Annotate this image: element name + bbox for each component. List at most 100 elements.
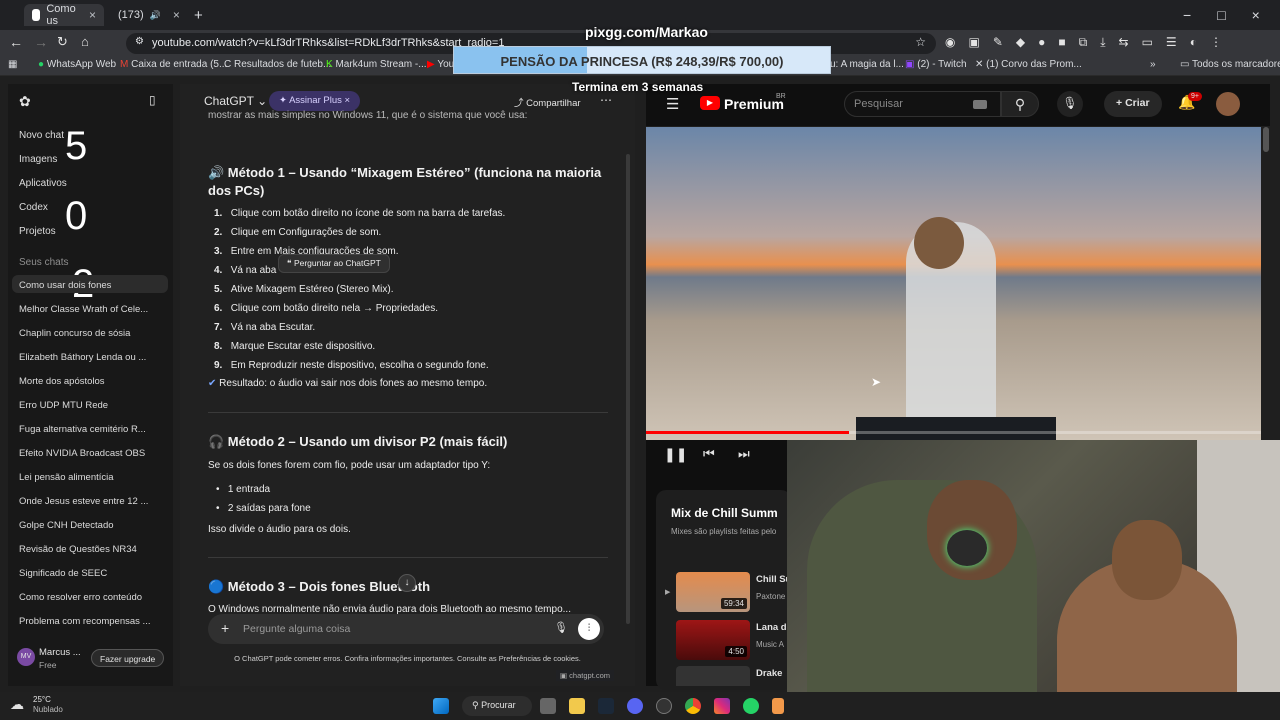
avatar[interactable]: [1216, 92, 1240, 116]
obs-icon[interactable]: [656, 698, 672, 714]
tab-youtube[interactable]: (173) 🔊 ×: [104, 4, 184, 26]
extension-icon[interactable]: ◉: [945, 35, 955, 50]
profile-avatar-icon[interactable]: ◐: [1190, 35, 1197, 50]
chat-item[interactable]: Elizabeth Báthory Lenda ou ...: [19, 352, 146, 363]
chat-item[interactable]: Morte dos apóstolos: [19, 376, 105, 387]
search-input[interactable]: Pesquisar: [844, 91, 1001, 117]
reload-icon[interactable]: ↻: [57, 34, 68, 50]
bookmark-item[interactable]: C Resultados de futeb...: [224, 59, 331, 70]
minimize-icon[interactable]: −: [1183, 7, 1191, 23]
chat-item[interactable]: Lei pensão alimentícia: [19, 472, 114, 483]
ask-chatgpt-tooltip[interactable]: ❝ Perguntar ao ChatGPT: [278, 254, 390, 273]
premium-logo[interactable]: Premium: [724, 96, 784, 112]
extension-icon[interactable]: ■: [1058, 35, 1065, 50]
video-thumbnail[interactable]: [676, 666, 750, 686]
close-tab-icon[interactable]: ×: [173, 8, 180, 22]
site-info-icon[interactable]: ⚙: [135, 36, 144, 47]
scrollbar[interactable]: [626, 154, 630, 624]
bookmark-item[interactable]: ▶ You: [427, 59, 454, 70]
task-view-icon[interactable]: [540, 698, 556, 714]
model-selector[interactable]: ChatGPT ⌄: [204, 94, 267, 108]
voice-search-icon[interactable]: 🎙: [1057, 91, 1083, 117]
previous-icon[interactable]: ⏮: [703, 446, 715, 462]
create-button[interactable]: + Criar: [1104, 91, 1162, 117]
file-explorer-icon[interactable]: [569, 698, 585, 714]
whatsapp-icon[interactable]: [743, 698, 759, 714]
extension-icon[interactable]: ●: [1038, 35, 1045, 50]
avatar[interactable]: MV: [17, 648, 35, 666]
forward-icon[interactable]: →: [34, 34, 48, 50]
instagram-icon[interactable]: [714, 698, 730, 714]
close-tab-icon[interactable]: ×: [89, 8, 96, 22]
video-thumbnail[interactable]: 59:34: [676, 572, 750, 612]
apps-grid-icon[interactable]: ▦: [8, 59, 17, 70]
openai-logo-icon[interactable]: ✿: [19, 93, 31, 110]
app-icon[interactable]: [772, 698, 784, 714]
chat-item[interactable]: Como usar dois fones: [19, 280, 111, 291]
video-progress-track[interactable]: [646, 431, 1261, 434]
menu-apps[interactable]: Aplicativos: [19, 178, 67, 189]
chat-item[interactable]: Como resolver erro conteúdo: [19, 592, 142, 603]
puzzle-icon[interactable]: ⧉: [1079, 35, 1088, 50]
upgrade-button[interactable]: Fazer upgrade: [91, 649, 165, 667]
weather-icon[interactable]: ☁: [10, 696, 24, 713]
video-title[interactable]: Lana d: [756, 622, 787, 633]
bookmark-item[interactable]: u: A magia da l...: [830, 59, 904, 70]
chat-item[interactable]: Significado de SEEC: [19, 568, 107, 579]
chat-item[interactable]: Onde Jesus esteve entre 12 ...: [19, 496, 148, 507]
chat-input-box[interactable]: + Pergunte alguma coisa 🎙 ⫶: [208, 614, 604, 644]
bookmarks-overflow-icon[interactable]: »: [1150, 59, 1156, 70]
back-icon[interactable]: ←: [9, 34, 23, 50]
bookmark-item[interactable]: K Mark4um Stream -...: [326, 59, 427, 70]
video-thumbnail[interactable]: 4:50: [676, 620, 750, 660]
window-controls[interactable]: − □ ×: [1175, 4, 1268, 26]
discord-icon[interactable]: [627, 698, 643, 714]
extension-icon[interactable]: ▣: [968, 35, 979, 50]
chat-item[interactable]: Golpe CNH Detectado: [19, 520, 114, 531]
pause-icon[interactable]: ❚❚: [664, 446, 687, 463]
chat-item[interactable]: Revisão de Questões NR34: [19, 544, 137, 555]
all-bookmarks[interactable]: ▭ Todos os marcadores: [1180, 59, 1280, 70]
menu-images[interactable]: Imagens: [19, 154, 57, 165]
close-window-icon[interactable]: ×: [1252, 7, 1260, 23]
bookmark-item[interactable]: M Caixa de entrada (5...: [120, 59, 227, 70]
tab-chatgpt[interactable]: Como us ×: [24, 3, 104, 27]
tab-search-icon[interactable]: ☰: [1166, 35, 1177, 50]
sidebar-toggle-icon[interactable]: ▯: [149, 93, 156, 107]
chat-item[interactable]: Fuga alternativa cemitério R...: [19, 424, 146, 435]
chat-input-placeholder[interactable]: Pergunte alguma coisa: [243, 623, 350, 635]
bookmark-star-icon[interactable]: ☆: [915, 35, 926, 49]
keyboard-icon[interactable]: [973, 100, 987, 109]
chat-item[interactable]: Chaplin concurso de sósia: [19, 328, 130, 339]
more-options-icon[interactable]: ⋯: [600, 93, 612, 107]
video-player[interactable]: ➤: [646, 127, 1261, 440]
home-icon[interactable]: ⌂: [81, 34, 89, 49]
new-tab-button[interactable]: +: [186, 4, 211, 26]
maximize-icon[interactable]: □: [1217, 7, 1225, 23]
temperature[interactable]: 25°C: [33, 695, 51, 704]
chrome-icon[interactable]: [685, 698, 701, 714]
scroll-down-button[interactable]: ↓: [398, 574, 416, 592]
extension-icon[interactable]: ✎: [993, 35, 1003, 50]
download-icon[interactable]: ⤓: [1100, 35, 1105, 50]
youtube-logo-icon[interactable]: ▶: [700, 96, 720, 110]
playlist-title[interactable]: Mix de Chill Summ: [671, 506, 778, 520]
next-icon[interactable]: ⏭: [738, 446, 750, 462]
video-title[interactable]: Drake: [756, 668, 782, 679]
chat-item[interactable]: Melhor Classe Wrath of Cele...: [19, 304, 148, 315]
attach-icon[interactable]: +: [221, 620, 229, 636]
translate-icon[interactable]: ⇆: [1119, 35, 1129, 50]
share-button[interactable]: ⤴ Compartilhar: [514, 95, 581, 109]
steam-icon[interactable]: [598, 698, 614, 714]
menu-projects[interactable]: Projetos: [19, 226, 56, 237]
chat-item[interactable]: Erro UDP MTU Rede: [19, 400, 108, 411]
search-button[interactable]: ⚲: [1001, 91, 1039, 117]
bookmark-item[interactable]: ✕ (1) Corvo das Prom...: [975, 59, 1082, 70]
subscribe-plus-button[interactable]: ✦ Assinar Plus ×: [269, 91, 361, 111]
menu-codex[interactable]: Codex: [19, 202, 48, 213]
windows-start-icon[interactable]: [433, 698, 449, 714]
cast-icon[interactable]: ▭: [1142, 35, 1153, 50]
taskbar-search[interactable]: ⚲ Procurar: [462, 696, 532, 716]
youtube-scrollbar[interactable]: [1263, 127, 1269, 152]
chat-item[interactable]: Efeito NVIDIA Broadcast OBS: [19, 448, 145, 459]
